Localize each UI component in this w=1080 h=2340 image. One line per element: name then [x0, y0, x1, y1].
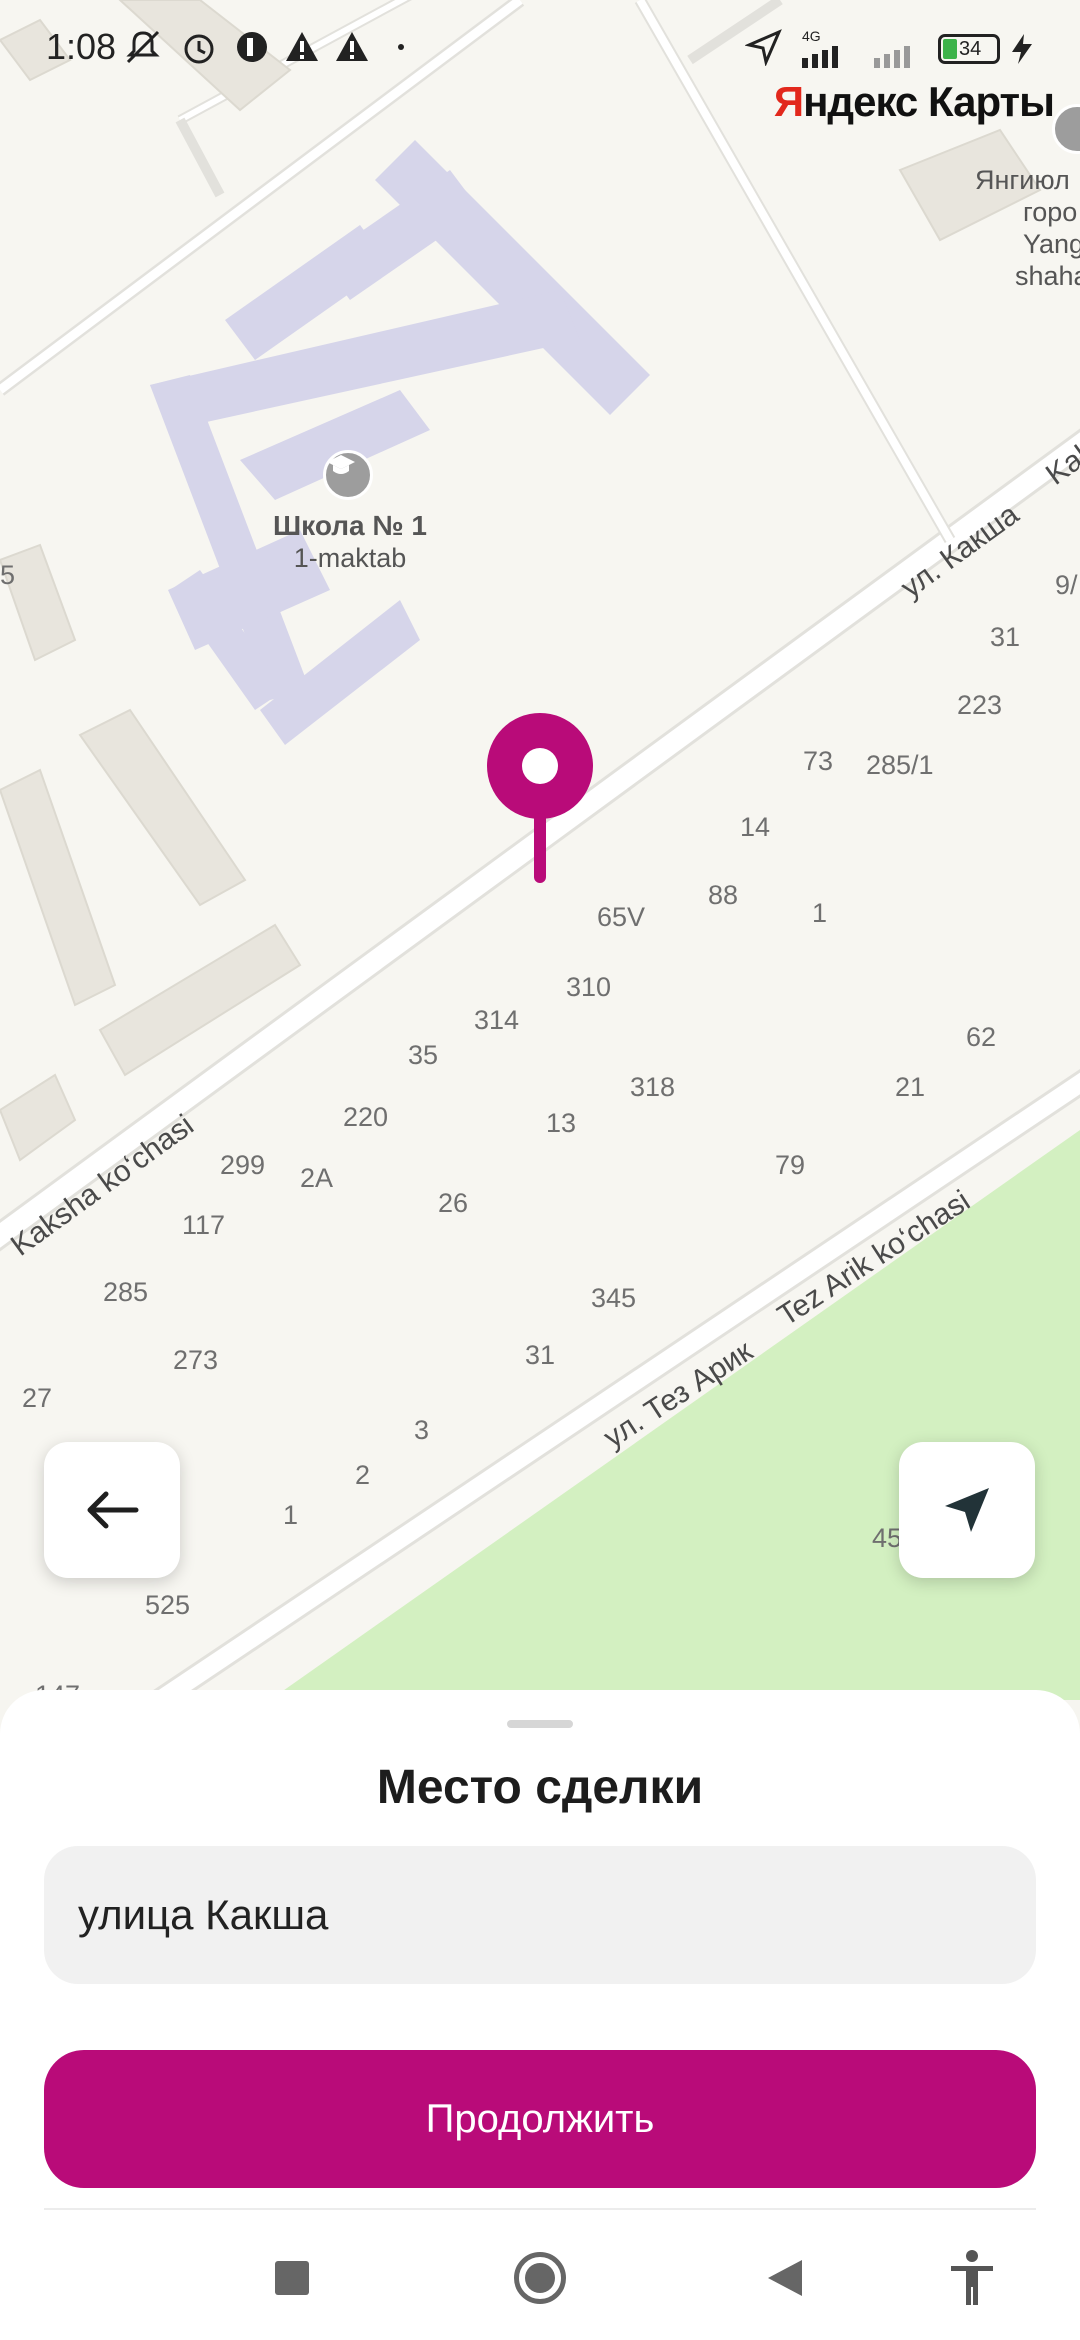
house-number: 14 — [740, 812, 771, 842]
house-number: 79 — [775, 1150, 806, 1180]
house-number: 345 — [591, 1283, 637, 1313]
house-number: 3 — [414, 1415, 430, 1445]
signal-empty-icon — [872, 44, 932, 68]
continue-button[interactable]: Продолжить — [44, 2050, 1036, 2188]
house-number: 21 — [895, 1072, 926, 1102]
house-number: 2A — [300, 1163, 334, 1193]
network-type: 4G — [802, 28, 821, 44]
house-number: 285 — [103, 1277, 149, 1307]
signal-icon — [800, 44, 860, 68]
house-number: 2 — [355, 1460, 371, 1490]
charging-icon — [1010, 32, 1048, 70]
house-number: 27 — [22, 1383, 53, 1413]
house-number: 26 — [438, 1188, 469, 1218]
warning-icon — [333, 28, 371, 66]
battery-icon: 34 — [938, 34, 1000, 64]
house-number: 220 — [343, 1102, 389, 1132]
house-number: 31 — [990, 622, 1021, 652]
poi-subtitle: 1-maktab — [293, 543, 407, 573]
house-number: 525 — [145, 1590, 191, 1620]
app-notification-icon — [233, 28, 271, 66]
more-notifications-dot — [398, 44, 404, 50]
house-number: 62 — [966, 1022, 997, 1052]
house-number: 1 — [812, 898, 828, 928]
house-number: 117 — [182, 1210, 226, 1240]
sheet-drag-handle[interactable] — [507, 1720, 573, 1728]
house-number: 31 — [525, 1340, 556, 1370]
poi-name: Школа № 1 — [273, 510, 427, 541]
school-building — [150, 140, 650, 745]
poi-line: Янгиюл — [975, 165, 1070, 195]
navigation-arrow-icon — [945, 1488, 989, 1532]
house-number: 223 — [957, 690, 1003, 720]
warning-icon — [283, 28, 321, 66]
system-nav-bar — [0, 2210, 1080, 2340]
house-number: 5 — [0, 560, 16, 590]
school-poi-label[interactable]: Школа № 1 1-maktab — [220, 510, 480, 574]
arrow-left-icon — [87, 1491, 139, 1529]
home-icon[interactable] — [510, 2248, 570, 2308]
house-number: 65V — [597, 902, 646, 932]
house-number: 88 — [708, 880, 739, 910]
house-number: 73 — [803, 746, 834, 776]
poi-line: Yang — [1023, 229, 1080, 259]
my-location-button[interactable] — [899, 1442, 1035, 1578]
address-field[interactable]: улица Какша — [44, 1846, 1036, 1984]
school-poi-icon[interactable] — [323, 450, 373, 500]
status-bar: 1:08 4G 34 — [0, 0, 1080, 100]
house-number: 299 — [220, 1150, 266, 1180]
city-poi-label[interactable]: Янгиюл горо Yang shaha — [975, 164, 1080, 292]
location-arrow-icon — [744, 28, 783, 67]
house-number: 13 — [546, 1108, 577, 1138]
back-icon[interactable] — [755, 2248, 815, 2308]
poi-line: shaha — [1015, 261, 1080, 291]
alarm-icon — [180, 28, 218, 66]
back-button[interactable] — [44, 1442, 180, 1578]
accessibility-icon[interactable] — [942, 2248, 1002, 2308]
house-number: 273 — [173, 1345, 219, 1375]
house-number: 1 — [283, 1500, 299, 1530]
poi-line: горо — [1023, 197, 1078, 227]
sheet-title: Место сделки — [376, 1761, 704, 1814]
status-time: 1:08 — [46, 26, 117, 67]
house-number: 314 — [474, 1005, 520, 1035]
house-number: 35 — [408, 1040, 439, 1070]
house-number: 9/ — [1055, 570, 1078, 600]
house-number: 318 — [630, 1072, 676, 1102]
recent-apps-icon[interactable] — [262, 2248, 322, 2308]
house-number: 45 — [872, 1523, 903, 1553]
mute-icon — [124, 28, 162, 66]
house-number: 285/1 — [866, 750, 934, 780]
house-number: 310 — [566, 972, 612, 1002]
battery-level: 34 — [959, 38, 982, 60]
